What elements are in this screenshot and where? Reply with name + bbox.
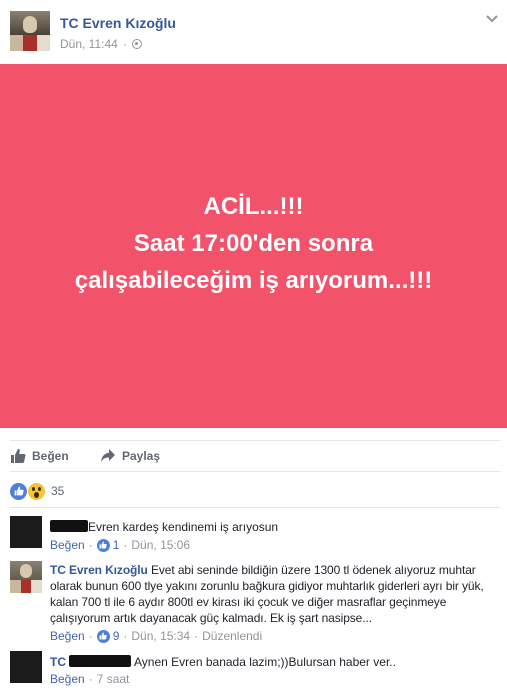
facebook-post: TC Evren Kızoğlu Dün, 11:44 · ACİL...!!!… (0, 0, 507, 694)
chevron-down-icon[interactable] (485, 12, 499, 26)
comment-like-button[interactable]: Beğen (50, 629, 85, 643)
share-label: Paylaş (122, 449, 161, 463)
globe-icon[interactable] (131, 39, 142, 49)
commenter-avatar[interactable] (10, 561, 42, 593)
comment-body: TC Aynen Evren banada lazim;))Bulursan h… (50, 654, 500, 670)
comment-footer: Beğen · 9 · Dün, 15:34 · Düzenlendi (50, 629, 262, 643)
post-timestamp[interactable]: Dün, 11:44 (60, 37, 118, 51)
like-button[interactable]: Beğen (10, 448, 69, 464)
comment-text: Aynen Evren banada lazim;))Bulursan habe… (134, 655, 396, 669)
author-name[interactable]: TC Evren Kızoğlu (60, 15, 176, 31)
thumbs-up-icon (11, 449, 26, 463)
banner-line: Saat 17:00'den sonra (133, 230, 374, 257)
reaction-count: 35 (51, 484, 65, 498)
post-banner: ACİL...!!! Saat 17:00'den sonra çalışabi… (0, 64, 507, 428)
comment-time[interactable]: Dün, 15:34 (131, 629, 190, 643)
divider (10, 507, 500, 508)
share-button[interactable]: Paylaş (100, 448, 160, 464)
redacted-name[interactable] (69, 655, 132, 667)
comment-like-button[interactable]: Beğen (50, 538, 85, 552)
separator: · (194, 629, 199, 643)
post-header: TC Evren Kızoğlu Dün, 11:44 · (0, 0, 507, 64)
comment-text: Evren kardeş kendinemi iş arıyosun (88, 520, 279, 534)
banner-line: ACİL...!!! (203, 193, 304, 220)
commenter-name-prefix[interactable]: TC (50, 655, 66, 669)
separator: · (123, 629, 128, 643)
comment-like-button[interactable]: Beğen (50, 672, 85, 686)
like-icon (96, 538, 110, 552)
comment-like-count[interactable]: 9 (113, 629, 120, 643)
separator: · (88, 672, 93, 686)
separator: · (123, 538, 128, 552)
comment-time[interactable]: 7 saat (97, 672, 130, 686)
comment-time[interactable]: Dün, 15:06 (131, 538, 190, 552)
separator: · (88, 538, 93, 552)
meta-separator: · (122, 37, 127, 51)
comment: Evren kardeş kendinemi iş arıyosun Beğen… (10, 516, 500, 556)
like-icon (96, 629, 110, 643)
redacted-name[interactable] (50, 520, 88, 532)
comment-like-count[interactable]: 1 (113, 538, 120, 552)
action-bar: Beğen Paylaş (10, 440, 500, 472)
comment: TC Evren Kızoğlu Evet abi seninde bildiğ… (10, 561, 500, 645)
separator: · (88, 629, 93, 643)
comment: TC Aynen Evren banada lazim;))Bulursan h… (10, 651, 500, 691)
post-meta: Dün, 11:44 · (60, 37, 142, 51)
author-avatar[interactable] (10, 11, 50, 51)
share-arrow-icon (101, 449, 115, 462)
comment-body: Evren kardeş kendinemi iş arıyosun (50, 519, 500, 535)
comment-footer: Beğen · 7 saat (50, 672, 129, 686)
commenter-avatar[interactable] (10, 651, 42, 683)
reactions-summary[interactable]: 35 (10, 481, 64, 501)
like-label: Beğen (32, 449, 69, 463)
banner-text: ACİL...!!! Saat 17:00'den sonra çalışabi… (0, 188, 507, 299)
edited-label[interactable]: Düzenlendi (202, 629, 262, 643)
comment-body: TC Evren Kızoğlu Evet abi seninde bildiğ… (50, 562, 500, 626)
commenter-avatar[interactable] (10, 516, 42, 548)
commenter-name[interactable]: TC Evren Kızoğlu (50, 563, 148, 577)
banner-line: çalışabileceğim iş arıyorum...!!! (74, 267, 433, 294)
like-icon (10, 482, 27, 500)
wow-icon (28, 482, 45, 500)
comment-footer: Beğen · 1 · Dün, 15:06 (50, 538, 190, 552)
